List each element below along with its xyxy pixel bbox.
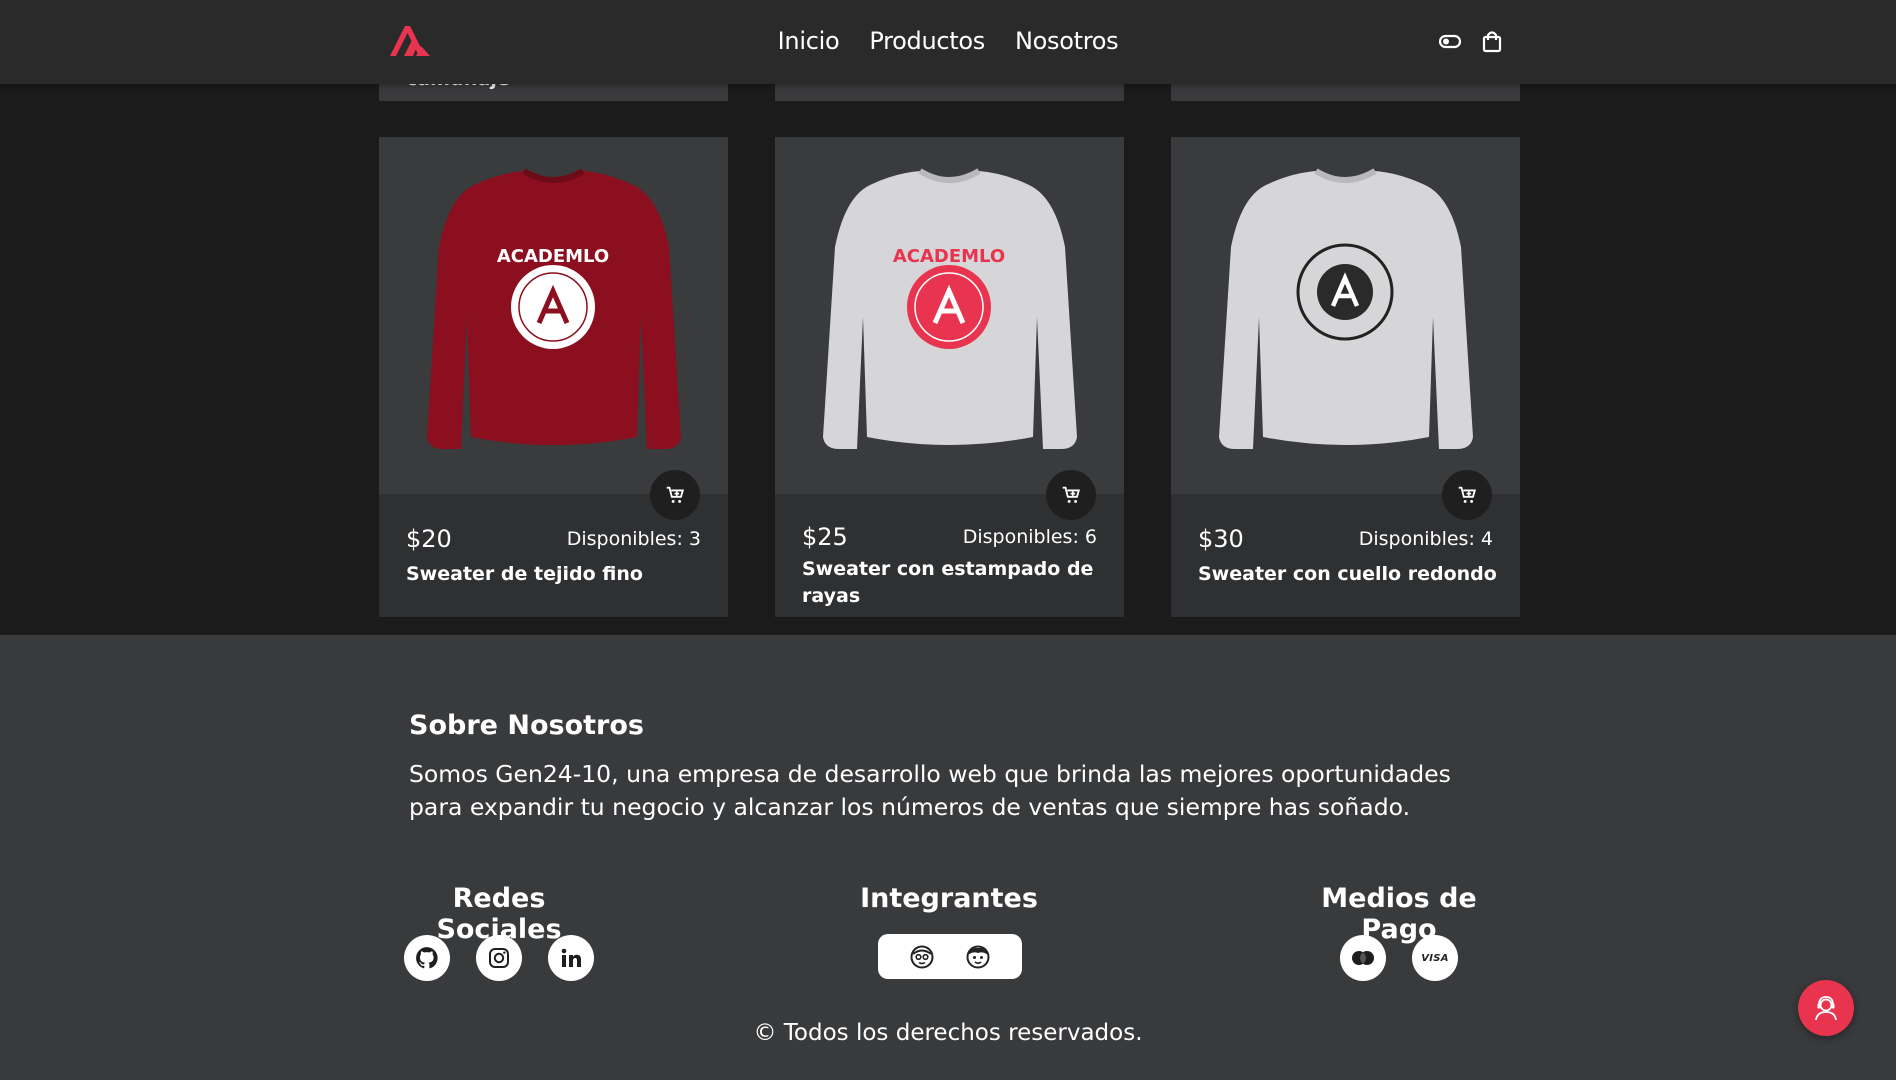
payments-title: Medios de Pago (1321, 883, 1477, 945)
github-button[interactable] (404, 935, 450, 981)
linkedin-button[interactable] (548, 935, 594, 981)
support-chat-button[interactable] (1798, 980, 1854, 1036)
github-icon (416, 947, 438, 969)
nav-link-productos[interactable]: Productos (869, 24, 985, 58)
product-price: $20 (406, 525, 452, 553)
nav-link-inicio[interactable]: Inicio (778, 24, 840, 58)
product-card[interactable]: $30 Disponibles: 4 Sweater con cuello re… (1171, 137, 1520, 617)
add-to-cart-button[interactable] (650, 470, 700, 520)
add-to-cart-button[interactable] (1442, 470, 1492, 520)
main-nav: Inicio Productos Nosotros (0, 24, 1896, 58)
product-stock: Disponibles: 3 (566, 528, 701, 550)
footer: Sobre Nosotros Somos Gen24-10, una empre… (0, 635, 1896, 1080)
cart-add-icon (1062, 486, 1081, 503)
linkedin-icon (561, 948, 581, 967)
sweater-print-text: ACADEMLO (497, 246, 609, 267)
mastercard-button[interactable] (1340, 935, 1386, 981)
mastercard-icon (1352, 951, 1374, 965)
product-card[interactable]: ACADEMLO $25 Disponibles: 6 Sweater con … (775, 137, 1124, 617)
member-face-icon (966, 945, 990, 968)
members-title: Integrantes (860, 883, 1038, 914)
sweater-image: ACADEMLO (427, 168, 681, 449)
product-image: ACADEMLO (379, 137, 728, 494)
about-title: Sobre Nosotros (409, 710, 644, 741)
copyright-text: © Todos los derechos reservados. (753, 1020, 1143, 1046)
cart-add-icon (1458, 486, 1477, 503)
product-stock: Disponibles: 6 (962, 526, 1097, 548)
products-section: camuflaje ACADEMLO $20 Disponibles: 3 Sw… (0, 0, 1896, 635)
product-name: Sweater con cuello redondo (1198, 563, 1497, 585)
visa-button[interactable]: VISA (1412, 935, 1458, 981)
about-text: Somos Gen24-10, una empresa de desarroll… (409, 760, 1451, 821)
top-navbar: Inicio Productos Nosotros (0, 0, 1896, 84)
member-avatar[interactable] (965, 944, 991, 970)
product-card[interactable]: ACADEMLO $20 Disponibles: 3 Sweater de t… (379, 137, 728, 617)
nav-link-nosotros[interactable]: Nosotros (1015, 24, 1119, 58)
instagram-icon (489, 948, 509, 968)
product-price: $25 (802, 523, 848, 551)
product-stock: Disponibles: 4 (1358, 528, 1493, 550)
sweater-image (1219, 168, 1473, 449)
instagram-button[interactable] (476, 935, 522, 981)
member-face-icon (910, 945, 934, 968)
support-agent-icon (1815, 996, 1837, 1021)
product-image (1171, 137, 1520, 494)
shopping-bag-icon[interactable] (1479, 28, 1505, 54)
product-name: Sweater de tejido fino (406, 563, 643, 585)
sweater-image: ACADEMLO (823, 168, 1077, 449)
add-to-cart-button[interactable] (1046, 470, 1096, 520)
cart-add-icon (666, 486, 685, 503)
members-group (878, 934, 1022, 979)
member-avatar[interactable] (909, 944, 935, 970)
product-image: ACADEMLO (775, 137, 1124, 494)
visa-icon: VISA (1421, 952, 1449, 964)
product-price: $30 (1198, 525, 1244, 553)
sweater-print-text: ACADEMLO (893, 246, 1005, 267)
product-name: Sweater con estampado de rayas (802, 558, 1094, 607)
theme-toggle-icon[interactable] (1437, 28, 1463, 54)
